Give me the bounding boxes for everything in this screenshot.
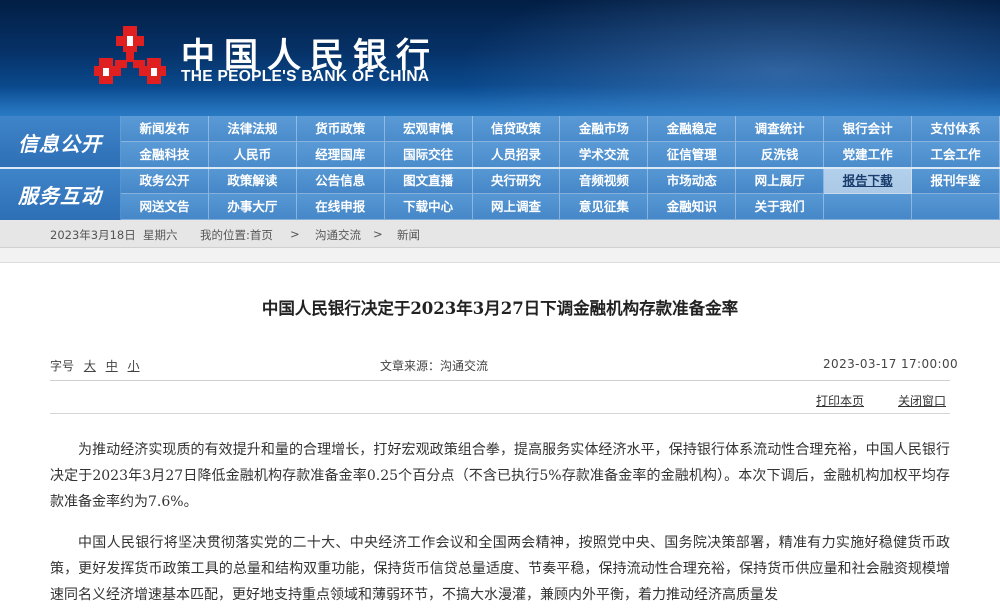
meta-divider <box>50 380 950 381</box>
nav-item-research[interactable]: 央行研究 <box>472 168 561 194</box>
nav-item-about-us[interactable]: 关于我们 <box>736 194 825 220</box>
location-label[interactable]: 我的位置:首页 <box>200 227 273 243</box>
nav-item-market-dynamics[interactable]: 市场动态 <box>648 168 737 194</box>
nav-row: 金融科技 人民币 经理国库 国际交往 人员招录 学术交流 征信管理 反洗钱 党建… <box>121 142 1000 168</box>
nav-item-government-affairs[interactable]: 政务公开 <box>121 168 209 194</box>
nav-item-report-download[interactable]: 报告下载 <box>824 168 913 194</box>
article-title: 中国人民银行决定于2023年3月27日下调金融机构存款准备金率 <box>261 299 739 318</box>
font-size-small-link[interactable]: 小 <box>128 359 140 373</box>
nav-item-audio-video[interactable]: 音频视频 <box>560 168 649 194</box>
nav-row: 新闻发布 法律法规 货币政策 宏观审慎 信贷政策 金融市场 金融稳定 调查统计 … <box>121 116 1000 142</box>
nav-item-policy-interpretation[interactable]: 政策解读 <box>208 168 297 194</box>
nav-item-empty <box>912 194 1000 220</box>
breadcrumb-separator: > <box>290 227 300 241</box>
nav-item-party-building[interactable]: 党建工作 <box>824 142 913 168</box>
nav-item-empty <box>824 194 913 220</box>
nav-item-online-survey[interactable]: 网上调查 <box>472 194 561 220</box>
font-size-label: 字号 <box>50 359 75 373</box>
close-window-link[interactable]: 关闭窗口 <box>898 392 946 409</box>
pboc-logo-icon[interactable] <box>93 22 167 94</box>
nav-section-info-disclosure[interactable]: 信息公开 <box>0 116 120 168</box>
nav-item-financial-knowledge[interactable]: 金融知识 <box>648 194 737 220</box>
nav-item-monetary-policy[interactable]: 货币政策 <box>296 116 385 142</box>
breadcrumb-item-communication[interactable]: 沟通交流 <box>315 227 361 243</box>
nav-item-treasury[interactable]: 经理国库 <box>296 142 385 168</box>
nav-row: 网送文告 办事大厅 在线申报 下载中心 网上调查 意见征集 金融知识 关于我们 <box>121 194 1000 220</box>
current-weekday: 星期六 <box>143 228 178 242</box>
nav-item-live[interactable]: 图文直播 <box>384 168 473 194</box>
nav-item-financial-markets[interactable]: 金融市场 <box>560 116 649 142</box>
article-source: 文章来源：沟通交流 <box>380 359 489 373</box>
nav-item-yearbooks[interactable]: 报刊年鉴 <box>912 168 1000 194</box>
nav-item-payment-system[interactable]: 支付体系 <box>912 116 1000 142</box>
nav-item-laws[interactable]: 法律法规 <box>208 116 297 142</box>
print-page-link[interactable]: 打印本页 <box>816 392 864 409</box>
current-date: 2023年3月18日 <box>50 228 136 242</box>
nav-item-service-hall[interactable]: 办事大厅 <box>208 194 297 220</box>
main-navigation: 信息公开 服务互动 新闻发布 法律法规 货币政策 宏观审慎 信贷政策 金融市场 … <box>0 116 1000 220</box>
nav-row: 政务公开 政策解读 公告信息 图文直播 央行研究 音频视频 市场动态 网上展厅 … <box>121 168 1000 194</box>
nav-item-news[interactable]: 新闻发布 <box>121 116 209 142</box>
nav-item-online-filing[interactable]: 在线申报 <box>296 194 385 220</box>
nav-item-credit-policy[interactable]: 信贷政策 <box>472 116 561 142</box>
nav-item-fintech[interactable]: 金融科技 <box>121 142 209 168</box>
nav-item-statistics[interactable]: 调查统计 <box>736 116 825 142</box>
nav-item-macroprudential[interactable]: 宏观审慎 <box>384 116 473 142</box>
article-datetime: 2023-03-17 17:00:00 <box>823 357 959 371</box>
nav-section-service-interaction[interactable]: 服务互动 <box>0 168 120 220</box>
nav-item-credit-reference[interactable]: 征信管理 <box>648 142 737 168</box>
nav-item-download-center[interactable]: 下载中心 <box>384 194 473 220</box>
bank-name-english: THE PEOPLE'S BANK OF CHINA <box>181 68 430 85</box>
breadcrumb-separator: > <box>373 227 383 241</box>
nav-item-financial-stability[interactable]: 金融稳定 <box>648 116 737 142</box>
article-paragraph: 为推动经济实现质的有效提升和量的合理增长，打好宏观政策组合拳，提高服务实体经济水… <box>50 442 950 510</box>
breadcrumb: 2023年3月18日 星期六 我的位置:首页 > 沟通交流 > 新闻 <box>0 220 1000 248</box>
nav-item-documents[interactable]: 网送文告 <box>121 194 209 220</box>
site-header: 中国人民银行 THE PEOPLE'S BANK OF CHINA <box>0 0 1000 116</box>
nav-item-bank-accounting[interactable]: 银行会计 <box>824 116 913 142</box>
nav-item-union[interactable]: 工会工作 <box>912 142 1000 168</box>
nav-item-announcements[interactable]: 公告信息 <box>296 168 385 194</box>
tools-divider <box>50 413 950 414</box>
article-paragraph: 中国人民银行将坚决贯彻落实党的二十大、中央经济工作会议和全国两会精神，按照党中央… <box>50 535 950 603</box>
nav-item-academic[interactable]: 学术交流 <box>560 142 649 168</box>
font-size-large-link[interactable]: 大 <box>84 359 96 373</box>
nav-item-rmb[interactable]: 人民币 <box>208 142 297 168</box>
breadcrumb-item-news[interactable]: 新闻 <box>397 227 420 243</box>
font-size-controls: 字号 大 中 小 <box>50 357 140 374</box>
nav-item-international[interactable]: 国际交往 <box>384 142 473 168</box>
font-size-medium-link[interactable]: 中 <box>106 359 118 373</box>
nav-divider <box>0 167 1000 169</box>
nav-item-anti-money-laundering[interactable]: 反洗钱 <box>736 142 825 168</box>
nav-item-recruitment[interactable]: 人员招录 <box>472 142 561 168</box>
nav-item-opinion-collection[interactable]: 意见征集 <box>560 194 649 220</box>
nav-item-online-exhibition[interactable]: 网上展厅 <box>736 168 825 194</box>
